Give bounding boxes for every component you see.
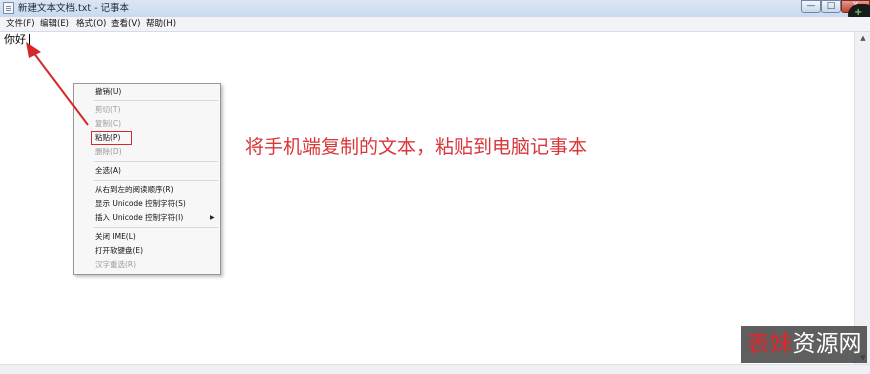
annotation-text: 将手机端复制的文本，粘贴到电脑记事本	[245, 136, 588, 158]
annotation-arrow	[26, 42, 89, 126]
watermark-logo: 表妹资源网	[741, 326, 867, 363]
watermark-part2: 资源网	[792, 331, 862, 357]
watermark-part1: 表妹	[746, 331, 793, 357]
